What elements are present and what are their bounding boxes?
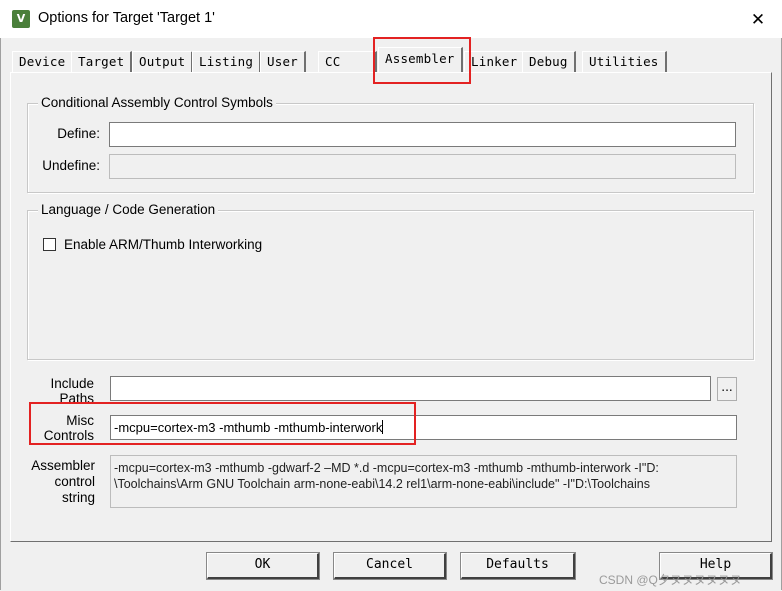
- control-string-line: -mcpu=cortex-m3 -mthumb -gdwarf-2 –MD *.…: [114, 461, 659, 475]
- group-legend: Conditional Assembly Control Symbols: [38, 95, 276, 110]
- define-label: Define:: [57, 126, 100, 141]
- label-line: Assembler: [31, 458, 95, 473]
- tab-output[interactable]: Output: [132, 51, 194, 72]
- tab-cc[interactable]: CC: [318, 51, 377, 72]
- misc-controls-input[interactable]: -mcpu=cortex-m3 -mthumb -mthumb-interwor…: [110, 415, 737, 440]
- tab-debug[interactable]: Debug: [522, 51, 576, 72]
- tab-utilities[interactable]: Utilities: [582, 51, 667, 72]
- window-title: Options for Target 'Target 1': [38, 10, 215, 26]
- include-paths-label: Include Paths: [30, 376, 94, 406]
- close-button[interactable]: ✕: [744, 8, 772, 32]
- tab-device[interactable]: Device: [12, 51, 74, 72]
- control-string-line: \Toolchains\Arm GNU Toolchain arm-none-e…: [114, 477, 650, 491]
- interwork-label: Enable ARM/Thumb Interworking: [64, 237, 263, 252]
- tab-linker[interactable]: Linker: [464, 51, 526, 72]
- language-codegen-group: Language / Code Generation: [27, 202, 754, 360]
- interwork-checkbox[interactable]: [43, 238, 56, 251]
- undefine-input[interactable]: [109, 154, 736, 179]
- include-paths-browse-button[interactable]: ...: [717, 377, 737, 401]
- label-line: Controls: [43, 428, 94, 443]
- conditional-assembly-group: Conditional Assembly Control Symbols: [27, 95, 754, 193]
- group-legend: Language / Code Generation: [38, 202, 219, 217]
- label-line: Misc: [66, 413, 94, 428]
- tab-assembler[interactable]: Assembler: [378, 47, 463, 72]
- include-paths-input[interactable]: [110, 376, 711, 401]
- defaults-button[interactable]: Defaults: [460, 552, 576, 580]
- define-input[interactable]: [109, 122, 736, 147]
- undefine-label: Undefine:: [42, 158, 100, 173]
- title-bar: V Options for Target 'Target 1' ✕: [0, 0, 782, 38]
- cancel-button[interactable]: Cancel: [333, 552, 447, 580]
- label-line: control: [54, 474, 95, 489]
- label-line: Include: [50, 376, 94, 391]
- label-line: Paths: [59, 391, 94, 406]
- label-line: string: [61, 490, 95, 505]
- tab-listing[interactable]: Listing: [192, 51, 262, 72]
- misc-controls-value: -mcpu=cortex-m3 -mthumb -mthumb-interwor…: [114, 420, 383, 435]
- misc-controls-label: Misc Controls: [30, 413, 94, 443]
- ok-button[interactable]: OK: [206, 552, 320, 580]
- keil-app-icon: V: [12, 10, 30, 28]
- tab-target[interactable]: Target: [71, 51, 133, 72]
- watermark: CSDN @Q夕ヌヌヌヌヌヌ: [599, 573, 742, 587]
- control-string-label: Assembler control string: [20, 458, 95, 506]
- tab-user[interactable]: User: [260, 51, 306, 72]
- control-string-box[interactable]: -mcpu=cortex-m3 -mthumb -gdwarf-2 –MD *.…: [110, 455, 737, 508]
- text-caret: [382, 420, 384, 434]
